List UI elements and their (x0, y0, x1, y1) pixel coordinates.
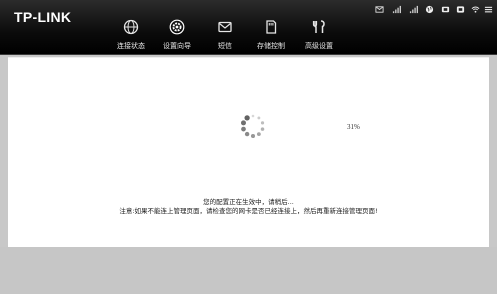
notice-message: 注意:如果不能连上管理页面，请检查您的网卡是否已经连接上，然后再重新连接管理页面… (119, 207, 378, 215)
spinner-dot (251, 114, 255, 118)
globe-status-icon (425, 5, 434, 14)
spinner-dot (241, 126, 246, 132)
sd-card-icon (266, 20, 277, 34)
tools-icon (312, 20, 325, 33)
menu-icon[interactable] (484, 5, 493, 14)
envelope-icon (218, 21, 232, 33)
wifi-icon (471, 6, 480, 13)
top-navigation-bar: TP-LINK 连接状态 设置向导 短信 存储控制 高级设置 (0, 0, 497, 55)
battery-icon (456, 6, 465, 13)
spinner-dot (244, 115, 250, 121)
loading-spinner-icon (240, 114, 265, 139)
globe-icon (123, 19, 139, 35)
spinner-dot (240, 120, 246, 126)
signal-strength-icon-1 (392, 5, 401, 14)
footer-area (0, 247, 497, 294)
spinner-dot (257, 116, 261, 120)
signal-strength-icon-2 (409, 5, 418, 14)
spinner-dot (260, 121, 265, 125)
gear-icon (169, 19, 185, 35)
progress-percent: 31% (347, 123, 360, 131)
content-panel (8, 57, 489, 247)
spinner-dot (244, 131, 250, 137)
nav-item-advanced-settings[interactable]: 高级设置 (292, 18, 346, 52)
spinner-dot (260, 127, 265, 131)
nav-item-setup-wizard[interactable]: 设置向导 (150, 18, 204, 52)
nav-item-label: 高级设置 (305, 42, 333, 50)
spinner-dot (256, 132, 261, 136)
nav-item-label: 设置向导 (163, 42, 191, 50)
nav-item-storage-control[interactable]: 存储控制 (244, 18, 298, 52)
tp-link-logo: TP-LINK (14, 9, 72, 25)
nav-item-label: 存储控制 (257, 42, 285, 50)
sim-card-icon (441, 6, 450, 13)
message-icon (375, 6, 384, 13)
spinner-dot (250, 133, 256, 139)
